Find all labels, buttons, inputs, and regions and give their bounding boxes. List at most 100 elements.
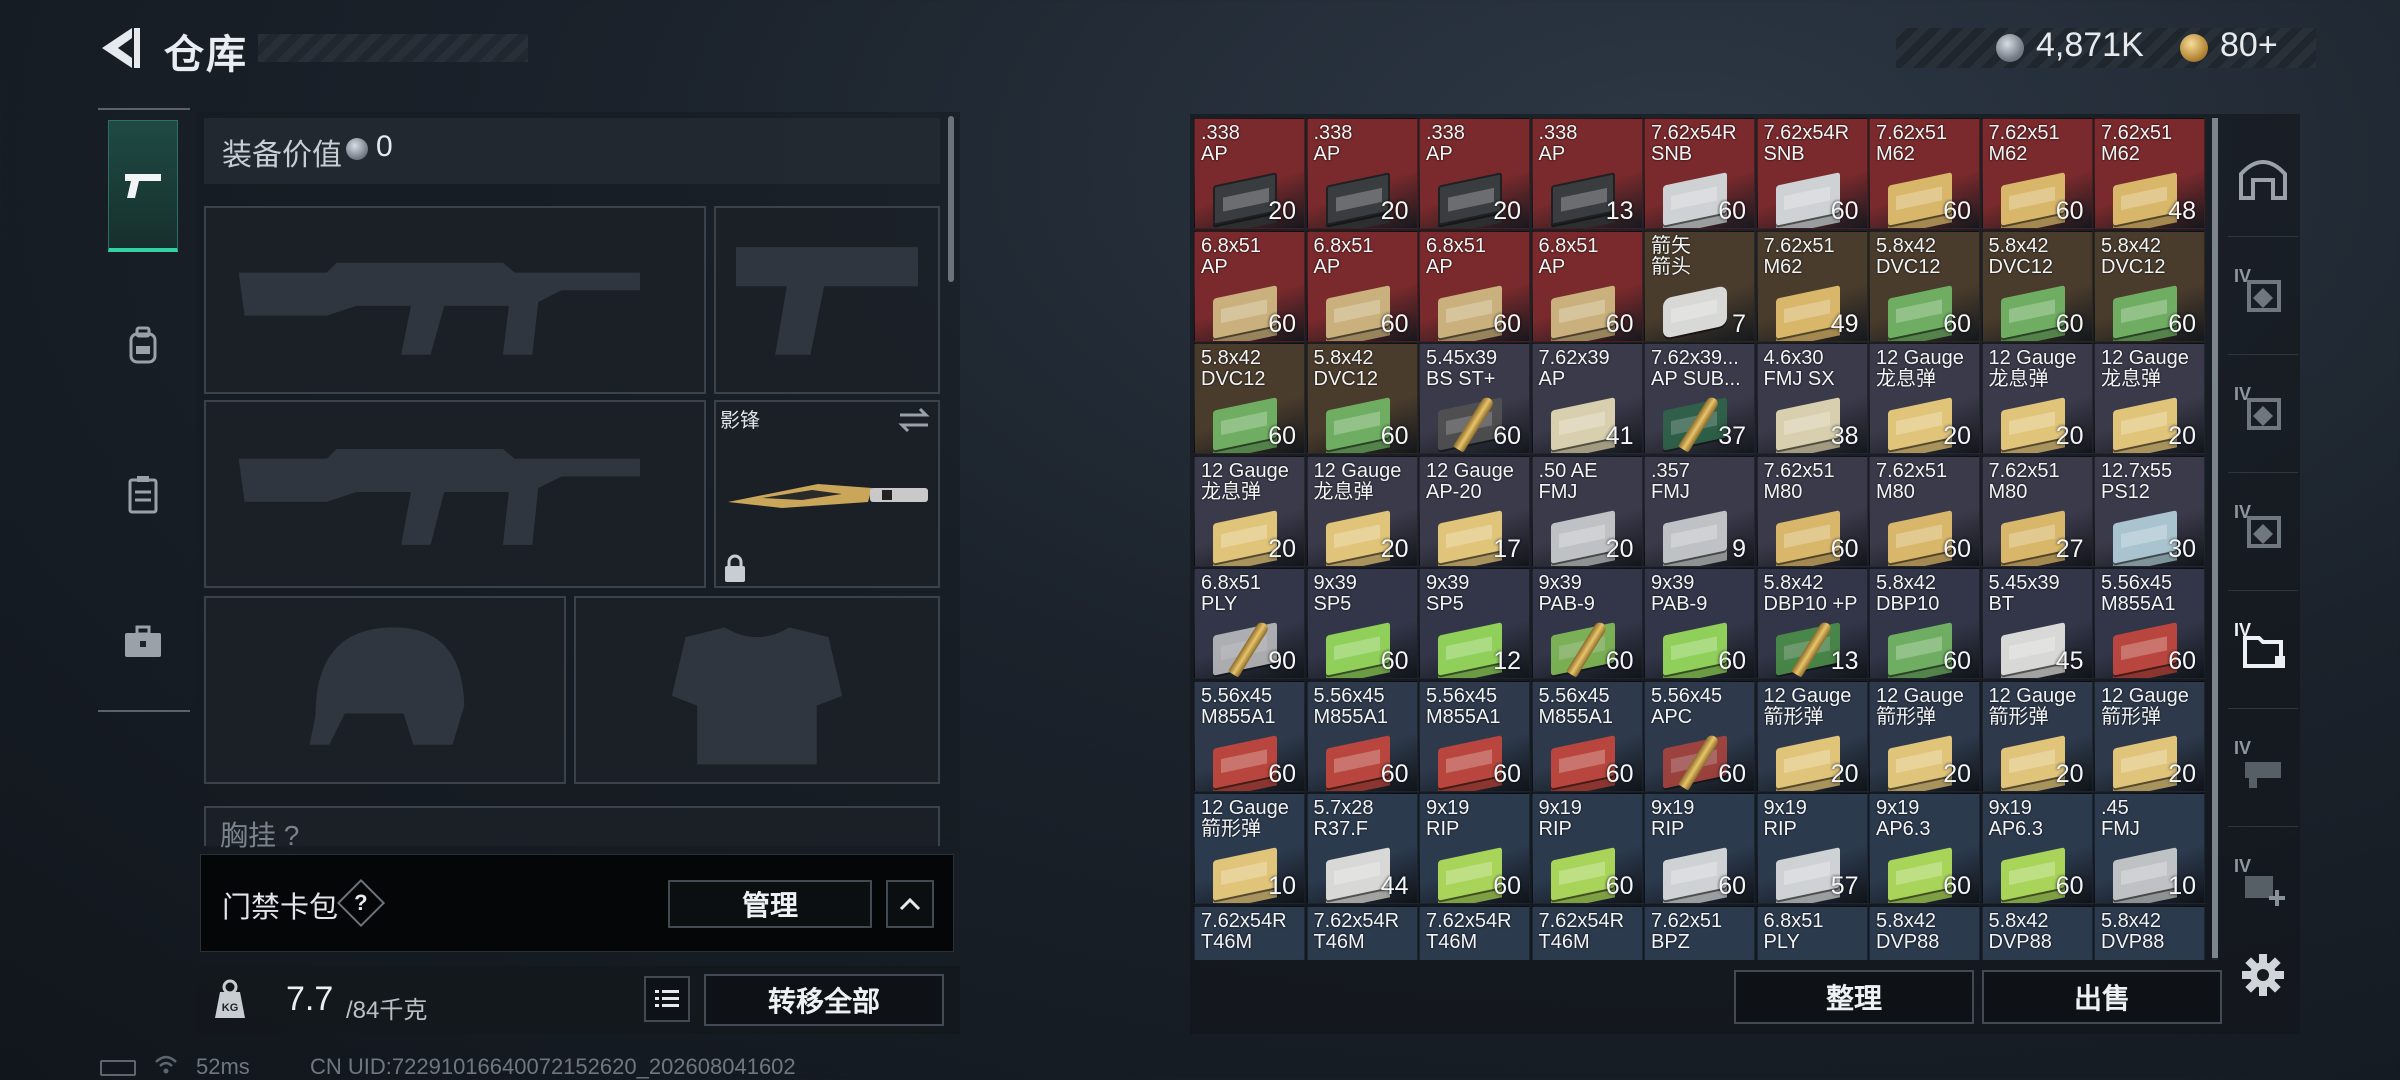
inventory-item[interactable]: 5.7x28 R37.F 44 bbox=[1306, 793, 1418, 904]
warehouse-tab-7[interactable]: IV bbox=[2228, 836, 2298, 936]
inventory-item[interactable]: 6.8x51 AP 60 bbox=[1531, 230, 1643, 342]
inventory-item[interactable]: 12.7x55 PS12 30 bbox=[2094, 455, 2205, 567]
inventory-item[interactable]: 6.8x51 PLY 90 bbox=[1194, 568, 1305, 679]
inventory-item[interactable]: 9x19 AP6.3 60 bbox=[1869, 793, 1980, 904]
inventory-item[interactable]: 12 Gauge 箭形弹 20 bbox=[1869, 680, 1980, 792]
inventory-item[interactable]: 7.62x51 M80 27 bbox=[1981, 455, 2093, 567]
inventory-item[interactable]: 5.56x45 APC 60 bbox=[1644, 680, 1755, 792]
warehouse-tab-4[interactable]: IV bbox=[2228, 482, 2298, 582]
loadout-scrollbar[interactable] bbox=[948, 116, 954, 282]
inventory-item[interactable]: 7.62x54R T46M bbox=[1419, 905, 1530, 960]
inventory-item[interactable]: 5.56x45 M855A1 60 bbox=[1306, 680, 1418, 792]
inventory-item[interactable]: 9x19 RIP 60 bbox=[1644, 793, 1755, 904]
manage-button[interactable]: 管理 bbox=[668, 880, 872, 928]
inventory-item[interactable]: 9x19 RIP 60 bbox=[1531, 793, 1643, 904]
inventory-item[interactable]: 12 Gauge 龙息弹 20 bbox=[1306, 455, 1418, 567]
inventory-item[interactable]: 6.8x51 AP 60 bbox=[1306, 230, 1418, 342]
inventory-item[interactable]: 12 Gauge AP-20 17 bbox=[1419, 455, 1530, 567]
inventory-item[interactable]: 5.56x45 M855A1 60 bbox=[2094, 568, 2205, 679]
inventory-item[interactable]: 5.56x45 M855A1 60 bbox=[1194, 680, 1305, 792]
chest-rig-slot[interactable] bbox=[204, 806, 940, 846]
warehouse-tab-3[interactable]: IV bbox=[2228, 364, 2298, 464]
sort-button[interactable]: 整理 bbox=[1734, 970, 1974, 1024]
inventory-item[interactable]: 5.8x42 DVC12 60 bbox=[2094, 230, 2205, 342]
gold-currency-value[interactable]: 80+ bbox=[2220, 26, 2278, 65]
inventory-item[interactable]: 5.8x42 DVC12 60 bbox=[1981, 230, 2093, 342]
inventory-item[interactable]: 12 Gauge 龙息弹 20 bbox=[1981, 343, 2093, 454]
inventory-item[interactable]: 7.62x51 M80 60 bbox=[1756, 455, 1868, 567]
inventory-item[interactable]: 12 Gauge 龙息弹 20 bbox=[1869, 343, 1980, 454]
inventory-item[interactable]: 9x19 AP6.3 60 bbox=[1981, 793, 2093, 904]
inventory-item[interactable]: 7.62x39... AP SUB... 37 bbox=[1644, 343, 1755, 454]
inventory-item[interactable]: 7.62x51 M62 60 bbox=[1869, 118, 1980, 229]
armor-slot[interactable] bbox=[574, 596, 940, 784]
inventory-item[interactable]: .357 FMJ 9 bbox=[1644, 455, 1755, 567]
inventory-item[interactable]: 7.62x51 M62 48 bbox=[2094, 118, 2205, 229]
tab-case[interactable] bbox=[108, 576, 178, 708]
inventory-item[interactable]: 5.8x42 DVP88 bbox=[1981, 905, 2093, 960]
inventory-item[interactable]: 5.8x42 DVP88 bbox=[1869, 905, 1980, 960]
inventory-item[interactable]: 12 Gauge 箭形弹 20 bbox=[2094, 680, 2205, 792]
inventory-item[interactable]: .338 AP 20 bbox=[1306, 118, 1418, 229]
inventory-item[interactable]: 7.62x54R SNB 60 bbox=[1644, 118, 1755, 229]
inventory-item[interactable]: 9x39 SP5 60 bbox=[1306, 568, 1418, 679]
warehouse-scroll-thumb[interactable] bbox=[2212, 118, 2218, 958]
warehouse-tab-all[interactable] bbox=[2228, 128, 2298, 228]
gear-icon[interactable] bbox=[2240, 952, 2286, 998]
inventory-item[interactable]: 6.8x51 PLY bbox=[1756, 905, 1868, 960]
list-view-button[interactable] bbox=[644, 976, 690, 1022]
inventory-item[interactable]: 5.56x45 M855A1 60 bbox=[1419, 680, 1530, 792]
inventory-item[interactable]: 6.8x51 AP 60 bbox=[1419, 230, 1530, 342]
inventory-item[interactable]: 5.56x45 M855A1 60 bbox=[1531, 680, 1643, 792]
tab-backpack[interactable] bbox=[108, 280, 178, 412]
helmet-slot[interactable] bbox=[204, 596, 566, 784]
inventory-item[interactable]: 5.8x42 DBP10 60 bbox=[1869, 568, 1980, 679]
inventory-item[interactable]: 7.62x54R SNB 60 bbox=[1756, 118, 1868, 229]
inventory-item[interactable]: 5.45x39 BT 45 bbox=[1981, 568, 2093, 679]
back-button[interactable] bbox=[96, 22, 144, 74]
inventory-item[interactable]: 12 Gauge 龙息弹 20 bbox=[2094, 343, 2205, 454]
inventory-item[interactable]: 7.62x51 M80 60 bbox=[1869, 455, 1980, 567]
pistol-slot[interactable] bbox=[714, 206, 940, 394]
inventory-item[interactable]: 4.6x30 FMJ SX 38 bbox=[1756, 343, 1868, 454]
inventory-item[interactable]: 5.45x39 BS ST+ 60 bbox=[1419, 343, 1530, 454]
inventory-item[interactable]: 7.62x51 BPZ bbox=[1644, 905, 1755, 960]
inventory-item[interactable]: .50 AE FMJ 20 bbox=[1531, 455, 1643, 567]
warehouse-tab-5[interactable]: IV bbox=[2228, 600, 2298, 700]
inventory-item[interactable]: 箭矢 箭头 7 bbox=[1644, 230, 1755, 342]
transfer-all-button[interactable]: 转移全部 bbox=[704, 974, 944, 1026]
inventory-item[interactable]: .338 AP 20 bbox=[1419, 118, 1530, 229]
inventory-item[interactable]: 5.8x42 DBP10 +P 13 bbox=[1756, 568, 1868, 679]
sell-button[interactable]: 出售 bbox=[1982, 970, 2222, 1024]
inventory-item[interactable]: 12 Gauge 箭形弹 20 bbox=[1981, 680, 2093, 792]
primary-weapon-slot-1[interactable] bbox=[204, 206, 706, 394]
primary-weapon-slot-2[interactable] bbox=[204, 400, 706, 588]
collapse-button[interactable] bbox=[886, 880, 934, 928]
inventory-item[interactable]: 5.8x42 DVC12 60 bbox=[1306, 343, 1418, 454]
warehouse-tab-2[interactable]: IV bbox=[2228, 246, 2298, 346]
inventory-item[interactable]: 6.8x51 AP 60 bbox=[1194, 230, 1305, 342]
inventory-item[interactable]: 9x39 PAB-9 60 bbox=[1644, 568, 1755, 679]
inventory-item[interactable]: 9x19 RIP 57 bbox=[1756, 793, 1868, 904]
inventory-item[interactable]: 9x39 PAB-9 60 bbox=[1531, 568, 1643, 679]
inventory-item[interactable]: .338 AP 20 bbox=[1194, 118, 1305, 229]
inventory-item[interactable]: 12 Gauge 龙息弹 20 bbox=[1194, 455, 1305, 567]
inventory-item[interactable]: 12 Gauge 箭形弹 10 bbox=[1194, 793, 1305, 904]
inventory-item[interactable]: 7.62x54R T46M bbox=[1531, 905, 1643, 960]
inventory-item[interactable]: 5.8x42 DVC12 60 bbox=[1194, 343, 1305, 454]
inventory-item[interactable]: 12 Gauge 箭形弹 20 bbox=[1756, 680, 1868, 792]
inventory-item[interactable]: 7.62x39 AP 41 bbox=[1531, 343, 1643, 454]
inventory-item[interactable]: 9x19 RIP 60 bbox=[1419, 793, 1530, 904]
swap-icon[interactable] bbox=[896, 406, 932, 434]
tab-weapons[interactable] bbox=[108, 120, 178, 252]
inventory-item[interactable]: .338 AP 13 bbox=[1531, 118, 1643, 229]
inventory-item[interactable]: 7.62x54R T46M bbox=[1306, 905, 1418, 960]
inventory-item[interactable]: 5.8x42 DVP88 bbox=[2094, 905, 2205, 960]
inventory-item[interactable]: 9x39 SP5 12 bbox=[1419, 568, 1530, 679]
tab-vest[interactable] bbox=[108, 428, 178, 560]
inventory-item[interactable]: 7.62x54R T46M bbox=[1194, 905, 1305, 960]
inventory-item[interactable]: 7.62x51 M62 49 bbox=[1756, 230, 1868, 342]
inventory-item[interactable]: 5.8x42 DVC12 60 bbox=[1869, 230, 1980, 342]
inventory-item[interactable]: .45 FMJ 10 bbox=[2094, 793, 2205, 904]
warehouse-tab-6[interactable]: IV bbox=[2228, 718, 2298, 818]
